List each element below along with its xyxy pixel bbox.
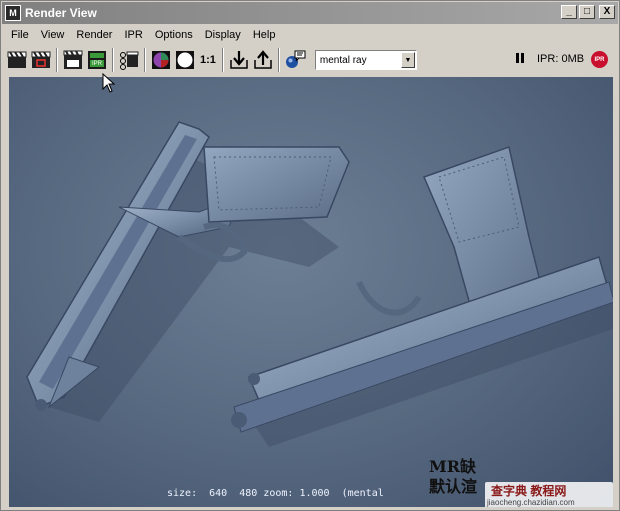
menu-file[interactable]: File — [5, 27, 35, 45]
pause-ipr-icon[interactable] — [516, 53, 528, 65]
menu-bar: File View Render IPR Options Display Hel… — [5, 27, 281, 45]
chevron-down-icon[interactable]: ▼ — [400, 52, 415, 68]
render-settings-icon — [120, 51, 139, 70]
render-diagnostics-button[interactable] — [283, 49, 307, 71]
ipr-clapboard-icon — [63, 50, 83, 69]
menu-help[interactable]: Help — [247, 27, 282, 45]
render-diagnostics-icon — [285, 50, 306, 68]
redo-previous-render-button[interactable] — [5, 49, 29, 71]
clapboard-region-icon — [31, 51, 51, 68]
display-alpha-channel-button[interactable] — [173, 49, 197, 71]
window-controls: _ □ X — [561, 5, 615, 19]
watermark-line-2: 默认渲 — [429, 477, 478, 496]
render-region-button[interactable] — [29, 49, 53, 71]
keep-image-button[interactable] — [227, 49, 251, 71]
remove-image-icon — [254, 50, 272, 69]
menu-display[interactable]: Display — [199, 27, 247, 45]
menu-ipr[interactable]: IPR — [118, 27, 148, 45]
remove-image-button[interactable] — [251, 49, 275, 71]
refresh-ipr-button[interactable]: IPR — [85, 49, 109, 71]
toolbar-divider — [277, 48, 280, 72]
toolbar-divider — [144, 48, 146, 72]
minimize-button[interactable]: _ — [561, 5, 577, 19]
render-info-status: size: 640 480 zoom: 1.000 (mental — [167, 488, 384, 499]
svg-text:IPR: IPR — [92, 61, 103, 67]
alpha-channel-icon — [176, 51, 194, 69]
mouse-cursor-icon — [102, 73, 116, 93]
menu-render[interactable]: Render — [70, 27, 118, 45]
rgb-channels-icon — [152, 51, 170, 69]
real-size-button[interactable]: 1:1 — [197, 54, 219, 66]
display-rgb-channels-button[interactable] — [149, 49, 173, 71]
render-image-viewport[interactable]: MR缺 默认渲 查字典 教程网 jiaocheng.chazidian.com … — [9, 77, 613, 507]
close-button[interactable]: X — [599, 5, 615, 19]
maximize-button[interactable]: □ — [579, 5, 595, 19]
render-view-window: M Render View _ □ X File View Render IPR… — [0, 0, 620, 511]
renderer-dropdown[interactable]: mental ray ▼ — [314, 50, 417, 70]
stop-ipr-button[interactable]: IPR — [591, 51, 608, 68]
tutorial-watermark-text: MR缺 默认渲 — [429, 457, 477, 497]
title-bar[interactable]: M Render View _ □ X — [2, 2, 618, 24]
toolbar-divider — [112, 48, 114, 72]
ipr-refresh-icon: IPR — [88, 51, 106, 69]
renderer-selected-value: mental ray — [319, 54, 367, 66]
ipr-render-button[interactable] — [61, 49, 85, 71]
toolbar-divider — [221, 48, 224, 72]
watermark-site-title: 查字典 教程网 — [491, 484, 567, 498]
toolbar-divider — [56, 48, 58, 72]
window-title: Render View — [25, 6, 97, 20]
ipr-memory-status: IPR: 0MB — [537, 53, 585, 65]
menu-options[interactable]: Options — [149, 27, 199, 45]
watermark-site-url: jiaocheng.chazidian.com — [487, 498, 575, 507]
maya-app-icon: M — [5, 5, 21, 21]
keep-image-icon — [230, 51, 248, 69]
rendered-pistols-image — [26, 121, 613, 447]
site-watermark: 查字典 教程网 jiaocheng.chazidian.com — [485, 482, 613, 507]
render-settings-button[interactable] — [117, 49, 141, 71]
menu-view[interactable]: View — [35, 27, 71, 45]
watermark-line-1: MR缺 — [429, 457, 477, 476]
clapboard-icon — [7, 51, 27, 68]
